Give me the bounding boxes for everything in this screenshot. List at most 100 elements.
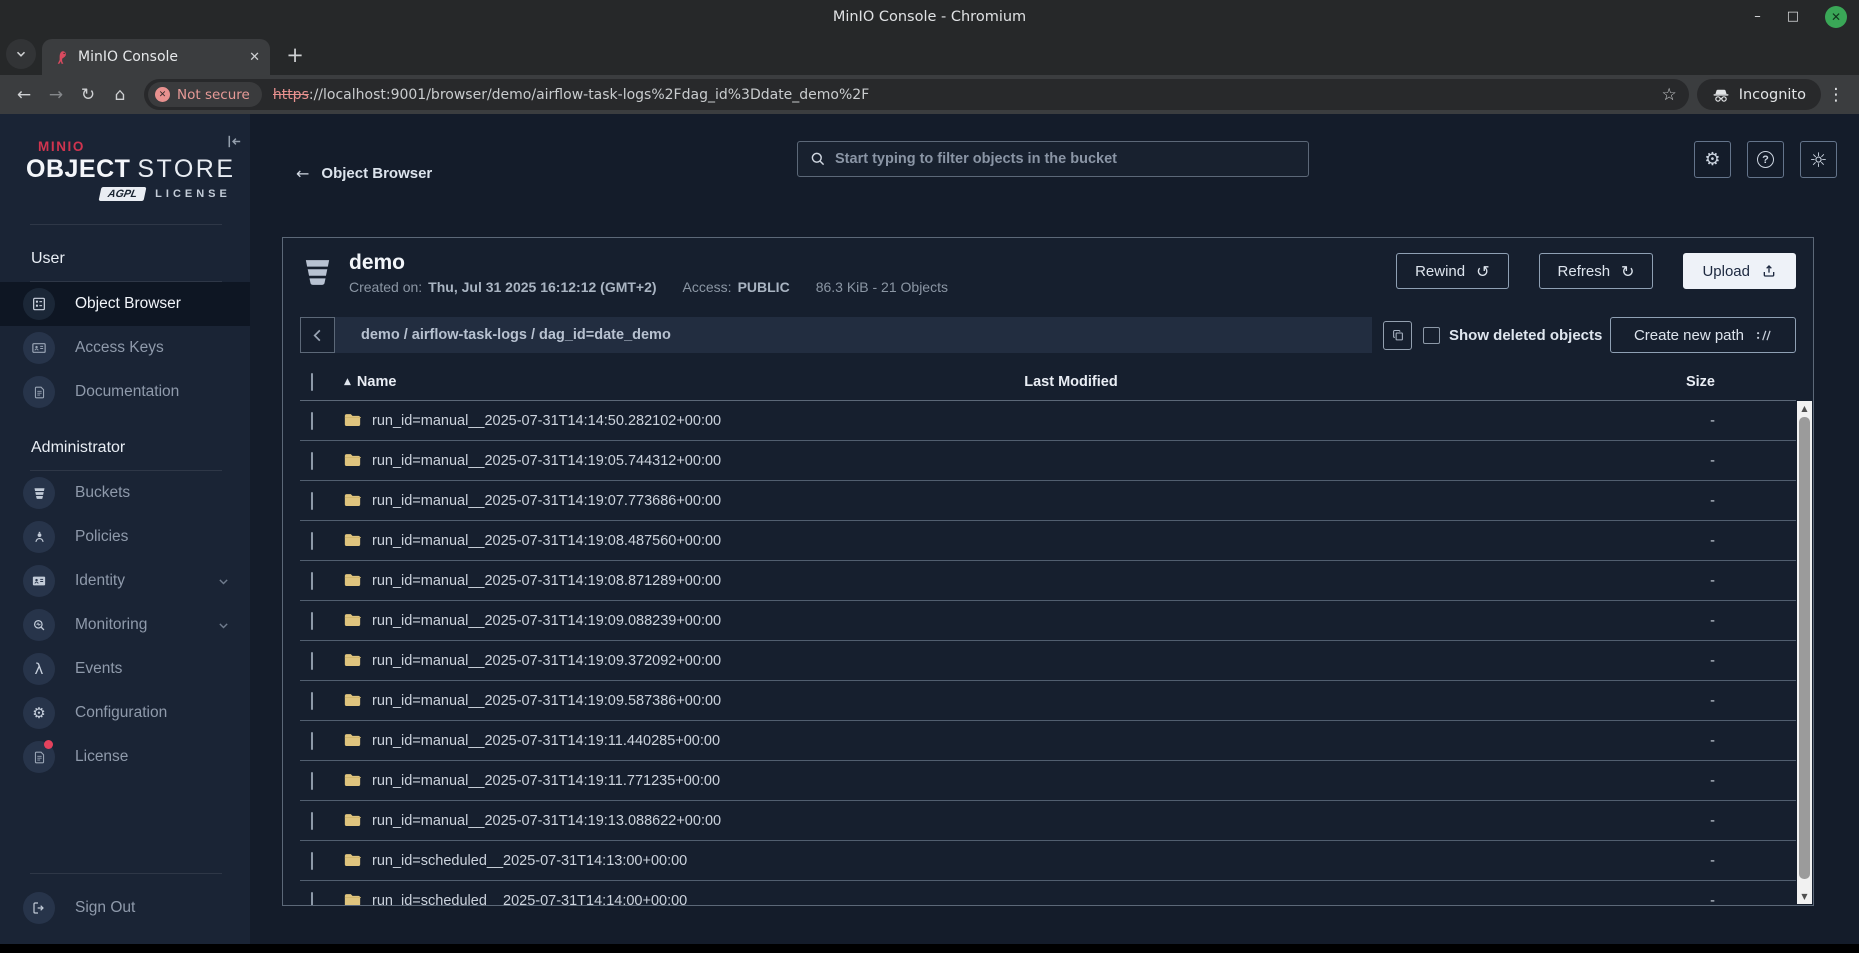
browser-tab[interactable]: MinIO Console ✕ <box>42 39 270 75</box>
table-row[interactable]: run_id=manual__2025-07-31T14:19:09.37209… <box>300 641 1796 681</box>
table-row[interactable]: run_id=manual__2025-07-31T14:19:09.58738… <box>300 681 1796 721</box>
url-scheme: https <box>273 87 309 103</box>
sidebar-item-access-keys[interactable]: Access Keys <box>0 326 250 370</box>
object-name-cell[interactable]: run_id=manual__2025-07-31T14:19:13.08862… <box>344 813 856 829</box>
table-row[interactable]: run_id=manual__2025-07-31T14:19:11.77123… <box>300 761 1796 801</box>
tab-close-icon[interactable]: ✕ <box>249 50 260 65</box>
window-close-button[interactable]: ✕ <box>1825 6 1847 28</box>
new-tab-button[interactable]: + <box>280 40 310 70</box>
copy-path-button[interactable] <box>1383 321 1412 350</box>
row-checkbox[interactable] <box>311 772 313 790</box>
back-button[interactable]: ← <box>8 79 40 111</box>
sidebar-item-identity[interactable]: Identity <box>0 559 250 603</box>
scrollbar-thumb[interactable] <box>1799 417 1810 879</box>
sidebar-collapse-icon[interactable] <box>225 132 244 151</box>
url-bar[interactable]: ✕ Not secure https://localhost:9001/brow… <box>144 79 1689 110</box>
table-row[interactable]: run_id=manual__2025-07-31T14:19:11.44028… <box>300 721 1796 761</box>
object-name: run_id=manual__2025-07-31T14:19:08.87128… <box>372 573 721 589</box>
window-maximize-button[interactable]: □ <box>1787 9 1799 24</box>
object-name-cell[interactable]: run_id=scheduled__2025-07-31T14:14:00+00… <box>344 893 856 907</box>
browser-menu-icon[interactable]: ⋮ <box>1821 85 1851 105</box>
scroll-down-arrow[interactable]: ▼ <box>1797 889 1812 904</box>
table-scrollbar[interactable]: ▲ ▼ <box>1797 401 1812 904</box>
scroll-up-arrow[interactable]: ▲ <box>1797 401 1812 416</box>
object-filter-search[interactable] <box>797 141 1309 177</box>
sidebar-item-object-browser[interactable]: Object Browser <box>0 282 250 326</box>
object-name-cell[interactable]: run_id=manual__2025-07-31T14:19:08.87128… <box>344 573 856 589</box>
sidebar-item-configuration[interactable]: ⚙ Configuration <box>0 691 250 735</box>
home-button[interactable]: ⌂ <box>104 79 136 111</box>
object-name-cell[interactable]: run_id=manual__2025-07-31T14:19:11.44028… <box>344 733 856 749</box>
modified-column-header[interactable]: Last Modified <box>856 374 1286 390</box>
sidebar-item-events[interactable]: λ Events <box>0 647 250 691</box>
table-row[interactable]: run_id=manual__2025-07-31T14:19:08.48756… <box>300 521 1796 561</box>
table-row[interactable]: run_id=manual__2025-07-31T14:19:09.08823… <box>300 601 1796 641</box>
rewind-button[interactable]: Rewind↺ <box>1396 253 1508 289</box>
row-checkbox[interactable] <box>311 412 313 430</box>
upload-button[interactable]: Upload <box>1683 253 1796 289</box>
tab-search-button[interactable] <box>6 39 36 69</box>
window-minimize-button[interactable]: – <box>1754 9 1761 24</box>
site-security-chip[interactable]: ✕ Not secure <box>148 82 262 107</box>
help-button[interactable]: ? <box>1747 141 1784 178</box>
table-row[interactable]: run_id=manual__2025-07-31T14:19:05.74431… <box>300 441 1796 481</box>
sidebar-item-monitoring[interactable]: Monitoring <box>0 603 250 647</box>
object-name-cell[interactable]: run_id=manual__2025-07-31T14:19:09.08823… <box>344 613 856 629</box>
chevron-down-icon[interactable] <box>217 619 230 632</box>
sidebar-item-policies[interactable]: Policies <box>0 515 250 559</box>
url-text[interactable]: https://localhost:9001/browser/demo/airf… <box>273 87 1654 103</box>
object-name-cell[interactable]: run_id=scheduled__2025-07-31T14:13:00+00… <box>344 853 856 869</box>
breadcrumb-text: demo / airflow-task-logs / dag_id=date_d… <box>361 327 671 343</box>
object-name-cell[interactable]: run_id=manual__2025-07-31T14:19:07.77368… <box>344 493 856 509</box>
table-row[interactable]: run_id=manual__2025-07-31T14:14:50.28210… <box>300 401 1796 441</box>
row-checkbox[interactable] <box>311 532 313 550</box>
object-name-cell[interactable]: run_id=manual__2025-07-31T14:19:05.74431… <box>344 453 856 469</box>
object-name-cell[interactable]: run_id=manual__2025-07-31T14:19:08.48756… <box>344 533 856 549</box>
refresh-button[interactable]: Refresh↻ <box>1539 253 1654 289</box>
breadcrumb[interactable]: demo / airflow-task-logs / dag_id=date_d… <box>335 317 1372 353</box>
row-checkbox[interactable] <box>311 572 313 590</box>
create-new-path-button[interactable]: Create new path <box>1610 317 1796 353</box>
row-checkbox[interactable] <box>311 452 313 470</box>
sidebar-item-buckets[interactable]: Buckets <box>0 471 250 515</box>
object-name-cell[interactable]: run_id=manual__2025-07-31T14:19:09.37209… <box>344 653 856 669</box>
table-row[interactable]: run_id=manual__2025-07-31T14:19:07.77368… <box>300 481 1796 521</box>
search-input[interactable] <box>835 151 1296 167</box>
settings-button[interactable]: ⚙ <box>1694 141 1731 178</box>
theme-toggle-button[interactable]: ☼ <box>1800 141 1837 178</box>
row-checkbox[interactable] <box>311 852 313 870</box>
row-checkbox[interactable] <box>311 812 313 830</box>
table-row[interactable]: run_id=scheduled__2025-07-31T14:13:00+00… <box>300 841 1796 881</box>
reload-button[interactable]: ↻ <box>72 79 104 111</box>
sign-out-button[interactable]: Sign Out <box>0 886 250 930</box>
forward-button[interactable]: → <box>40 79 72 111</box>
row-checkbox[interactable] <box>311 732 313 750</box>
bookmark-star-icon[interactable]: ☆ <box>1661 85 1676 105</box>
size-column-header[interactable]: Size <box>1286 374 1796 390</box>
table-row[interactable]: run_id=manual__2025-07-31T14:19:08.87128… <box>300 561 1796 601</box>
object-name-cell[interactable]: run_id=manual__2025-07-31T14:19:11.77123… <box>344 773 856 789</box>
sidebar-item-license[interactable]: License <box>0 735 250 779</box>
path-back-button[interactable] <box>300 317 335 353</box>
row-checkbox[interactable] <box>311 652 313 670</box>
select-all-checkbox[interactable] <box>311 373 313 391</box>
name-column-header[interactable]: ▲Name <box>344 374 856 390</box>
row-checkbox[interactable] <box>311 692 313 710</box>
sidebar-item-label: Identity <box>75 572 125 590</box>
url-rest: ://localhost:9001/browser/demo/airflow-t… <box>309 87 869 103</box>
chevron-down-icon[interactable] <box>217 575 230 588</box>
show-deleted-checkbox[interactable] <box>1423 327 1440 344</box>
sidebar-item-documentation[interactable]: Documentation <box>0 370 250 414</box>
select-all-cell <box>300 374 344 390</box>
bucket-panel: demo Created on:Thu, Jul 31 2025 16:12:1… <box>282 237 1814 906</box>
table-row[interactable]: run_id=manual__2025-07-31T14:19:13.08862… <box>300 801 1796 841</box>
table-row[interactable]: run_id=scheduled__2025-07-31T14:14:00+00… <box>300 881 1796 906</box>
create-path-icon <box>1755 328 1772 343</box>
object-name-cell[interactable]: run_id=manual__2025-07-31T14:14:50.28210… <box>344 413 856 429</box>
object-name-cell[interactable]: run_id=manual__2025-07-31T14:19:09.58738… <box>344 693 856 709</box>
row-checkbox[interactable] <box>311 492 313 510</box>
back-arrow-icon[interactable]: ← <box>296 164 309 183</box>
row-checkbox[interactable] <box>311 612 313 630</box>
page-back-title[interactable]: ← Object Browser <box>296 164 432 183</box>
row-checkbox[interactable] <box>311 892 313 907</box>
